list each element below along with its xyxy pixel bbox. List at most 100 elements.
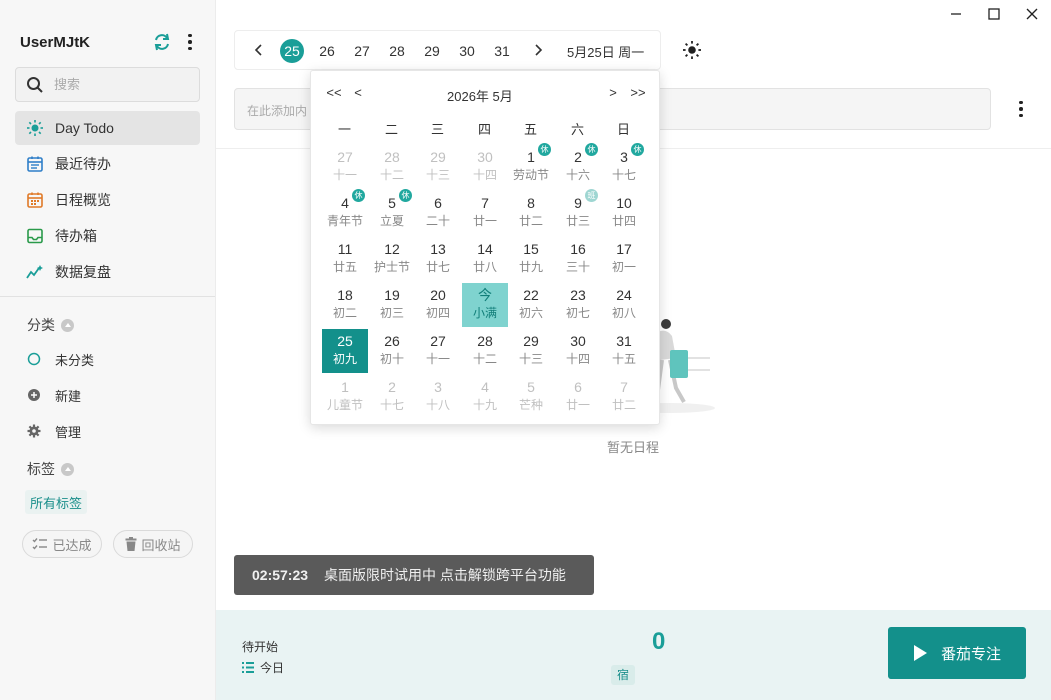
trial-toast[interactable]: 02:57:23 桌面版限时试用中 点击解锁跨平台功能 [234,555,594,595]
username[interactable]: UserMJtK [20,34,90,51]
calendar-grid-icon [26,191,44,209]
nav-item-stats[interactable]: 数据复盘 [15,255,200,289]
calendar-day-cell[interactable]: 5 芒种 [508,375,554,419]
day-number: 6 [574,379,582,395]
weekday-header: 五 [523,122,537,137]
nav-item-day-todo[interactable]: Day Todo [15,111,200,145]
maximize-icon[interactable] [986,6,1002,22]
calendar-day-cell[interactable]: 10 廿四 [601,191,647,235]
pending-count: 0 [652,628,666,655]
calendar-day-cell[interactable]: 4 十九 [462,375,508,419]
collapse-icon[interactable] [61,318,74,332]
trash-button[interactable]: 回收站 [113,530,193,558]
calendar-day-cell[interactable]: 20 初四 [415,283,461,327]
calendar-day-cell[interactable]: 3 十八 [415,375,461,419]
calendar-day-cell[interactable]: 30 十四 [462,145,508,189]
calendar-day-cell[interactable]: 11 廿五 [322,237,368,281]
toast-message: 桌面版限时试用中 点击解锁跨平台功能 [324,567,566,583]
calendar-day-cell[interactable]: 13 廿七 [415,237,461,281]
lunar-label: 二十 [425,214,450,228]
calendar-day-cell[interactable]: 26 初十 [369,329,415,373]
calendar-day-cell[interactable]: 7 廿二 [601,375,647,419]
calendar-day-cell[interactable]: 7 廿一 [462,191,508,235]
calendar-title[interactable]: 2026年 5月 [447,86,513,105]
divider [0,296,215,297]
date-strip-day[interactable]: 27 [350,39,374,63]
calendar-day-cell[interactable]: 1 儿童节 [322,375,368,419]
calendar-day-cell[interactable]: 2 十七 [369,375,415,419]
theme-toggle-icon[interactable] [682,40,702,60]
calendar-day-cell[interactable]: 23 初七 [555,283,601,327]
holiday-badge: 休 [631,143,644,156]
next-year-button[interactable]: >> [627,85,649,100]
calendar-day-cell[interactable]: 8 廿二 [508,191,554,235]
chevron-left-icon[interactable] [252,43,266,57]
done-button[interactable]: 已达成 [22,530,102,558]
calendar-day-cell[interactable]: 31 十五 [601,329,647,373]
calendar-day-cell[interactable]: 6 廿一 [555,375,601,419]
calendar-day-cell[interactable]: 22 初六 [508,283,554,327]
search-input[interactable] [54,77,174,92]
calendar-day-cell[interactable]: 17 初一 [601,237,647,281]
calendar-day-cell[interactable]: 19 初三 [369,283,415,327]
calendar-day-cell[interactable]: 28 十二 [462,329,508,373]
close-icon[interactable] [1024,6,1040,22]
lunar-label: 十六 [565,168,590,182]
search-box[interactable] [15,67,200,102]
day-number: 20 [430,287,446,303]
calendar-day-cell[interactable]: 1 劳动节休 [508,143,554,189]
trash-label: 回收站 [141,537,181,553]
tag-section-title[interactable]: 标签 [27,459,74,479]
prev-month-button[interactable]: < [347,85,369,100]
nav-item-overview[interactable]: 日程概览 [15,183,200,217]
sync-icon[interactable] [152,32,172,52]
collapse-icon[interactable] [61,462,74,476]
date-strip-day[interactable]: 30 [455,39,479,63]
calendar-day-cell[interactable]: 18 初二 [322,283,368,327]
category-section-title[interactable]: 分类 [27,315,74,335]
calendar-day-cell[interactable]: 27 十一 [322,145,368,189]
calendar-day-cell[interactable]: 2 十六休 [555,143,601,189]
more-vertical-icon[interactable] [184,32,196,52]
calendar-day-cell[interactable]: 27 十一 [415,329,461,373]
prev-year-button[interactable]: << [323,85,345,100]
next-month-button[interactable]: > [602,85,624,100]
calendar-day-cell[interactable]: 28 十二 [369,145,415,189]
date-strip-day[interactable]: 28 [385,39,409,63]
footer-chip[interactable]: 宿 [611,665,636,685]
calendar-day-cell[interactable]: 25 初九 [322,329,368,373]
pomodoro-button[interactable]: 番茄专注 [888,627,1026,679]
all-tags-chip[interactable]: 所有标签 [25,490,88,514]
calendar-day-cell[interactable]: 4 青年节休 [322,189,368,235]
day-number: 7 [620,379,628,395]
calendar-day-cell[interactable]: 24 初八 [601,283,647,327]
date-strip-day[interactable]: 31 [490,39,514,63]
calendar-day-cell[interactable]: 14 廿八 [462,237,508,281]
category-manage[interactable]: 管理 [15,416,200,446]
calendar-day-cell[interactable]: 5 立夏休 [369,189,415,235]
more-vertical-icon[interactable] [1017,99,1025,119]
calendar-day-cell[interactable]: 今小满 [462,283,508,327]
calendar-day-cell[interactable]: 6 二十 [415,191,461,235]
calendar-day-cell[interactable]: 12 护士节 [369,237,415,281]
nav-item-inbox[interactable]: 待办箱 [15,219,200,253]
date-label[interactable]: 5月25日 周一 [567,42,644,61]
tag-title: 标签 [27,461,55,477]
minimize-icon[interactable] [948,6,964,22]
calendar-day-cell[interactable]: 3 十七休 [601,143,647,189]
calendar-day-cell[interactable]: 16 三十 [555,237,601,281]
chevron-right-icon[interactable] [531,43,545,57]
calendar-day-cell[interactable]: 30 十四 [555,329,601,373]
nav-item-recent[interactable]: 最近待办 [15,147,200,181]
calendar-day-cell[interactable]: 9 廿三班 [555,189,601,235]
date-strip-day[interactable]: 29 [420,39,444,63]
category-new[interactable]: 新建 [15,380,200,410]
calendar-day-cell[interactable]: 29 十三 [508,329,554,373]
weekday-header: 日 [616,122,630,137]
calendar-day-cell[interactable]: 29 十三 [415,145,461,189]
category-uncategorized[interactable]: 未分类 [15,344,200,374]
date-strip-day[interactable]: 26 [315,39,339,63]
day-number: 27 [430,333,446,349]
date-strip-day[interactable]: 25 [280,39,304,63]
calendar-day-cell[interactable]: 15 廿九 [508,237,554,281]
